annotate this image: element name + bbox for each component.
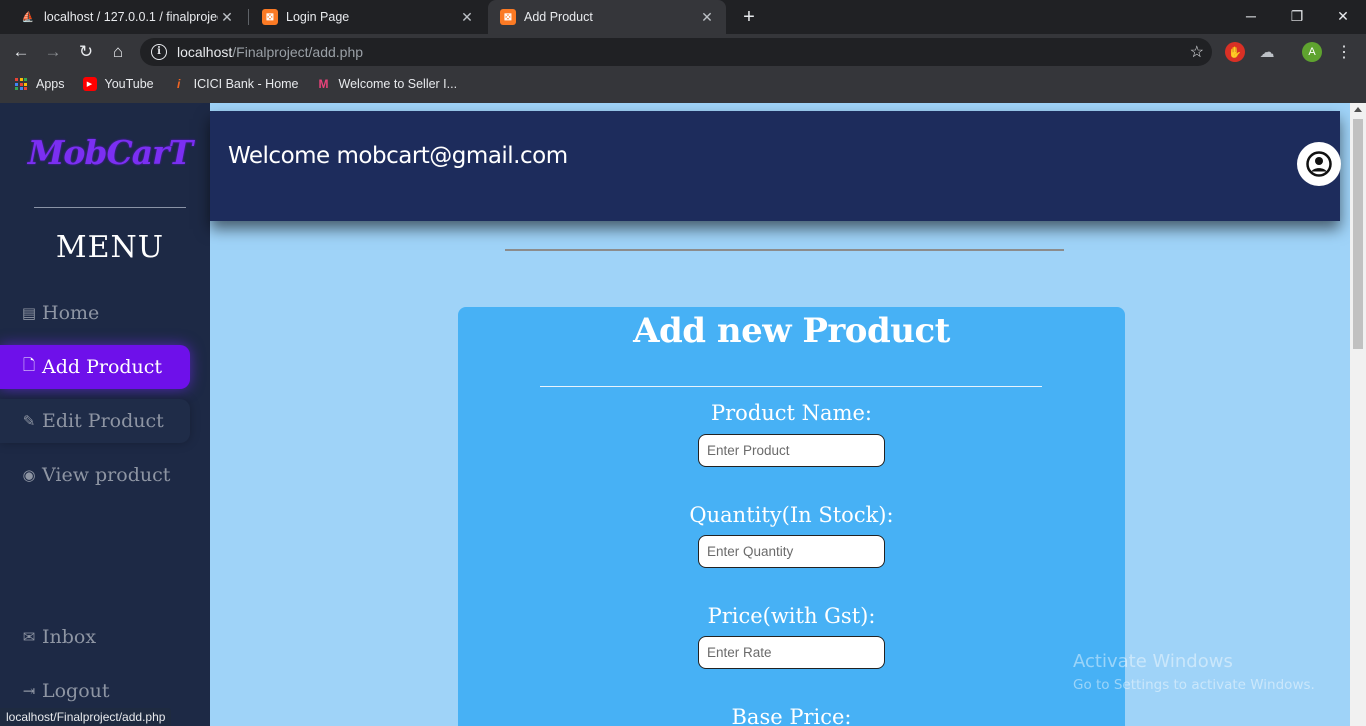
myntra-icon: M — [318, 77, 329, 91]
sidebar-item-view-product[interactable]: ◉ View product — [0, 453, 190, 497]
sidebar-divider — [34, 207, 186, 208]
inbox-icon: ✉ — [22, 628, 36, 646]
price-label: Price(with Gst): — [707, 604, 876, 628]
back-button[interactable]: ← — [8, 39, 34, 65]
add-product-form: Add new Product Product Name: Quantity(I… — [458, 307, 1125, 726]
activation-watermark-title: Activate Windows — [1073, 651, 1233, 672]
new-tab-button[interactable]: + — [738, 6, 760, 28]
stop-hand-extension-icon[interactable]: ✋ — [1225, 42, 1245, 62]
icici-icon: i — [176, 77, 181, 91]
calendar-icon: ▤ — [21, 304, 37, 322]
welcome-message: Welcome mobcart@gmail.com — [228, 143, 568, 169]
page-viewport: MobCarT MENU ▤ Home 🗋 Add Product ✎ Edit… — [0, 103, 1350, 726]
sidebar-item-label: Logout — [42, 680, 110, 702]
forward-button[interactable]: → — [40, 39, 66, 65]
logout-icon: ⇥ — [22, 682, 36, 700]
activation-watermark-subtitle: Go to Settings to activate Windows. — [1073, 677, 1315, 693]
browser-toolbar: ← → ↻ ⌂ i localhost/Finalproject/add.php… — [0, 34, 1366, 70]
address-bar[interactable]: i localhost/Finalproject/add.php ☆ — [140, 38, 1212, 66]
eye-icon: ◉ — [22, 466, 36, 484]
xampp-icon: ⊠ — [500, 9, 516, 25]
close-window-button[interactable]: ✕ — [1320, 4, 1366, 28]
browser-chrome: ⛵ localhost / 127.0.0.1 / finalproject ✕… — [0, 0, 1366, 103]
sidebar-item-edit-product[interactable]: ✎ Edit Product — [0, 399, 190, 443]
brand-logo[interactable]: MobCarT — [0, 133, 220, 172]
bookmark-label: Apps — [36, 77, 65, 91]
price-input[interactable] — [698, 636, 885, 669]
bookmark-youtube[interactable]: ▶ YouTube — [82, 77, 154, 91]
url-text[interactable]: localhost/Finalproject/add.php — [177, 44, 363, 60]
file-plus-icon: 🗋 — [22, 355, 36, 374]
form-divider — [540, 386, 1042, 387]
close-tab-icon[interactable]: ✕ — [698, 9, 716, 26]
site-info-icon[interactable]: i — [151, 44, 167, 60]
form-title: Add new Product — [633, 311, 950, 351]
xampp-icon: ⊠ — [262, 9, 278, 25]
link-status-bar: localhost/Finalproject/add.php — [0, 708, 172, 726]
quantity-input[interactable] — [698, 535, 885, 568]
bookmark-label: Welcome to Seller I... — [338, 77, 458, 91]
close-tab-icon[interactable]: ✕ — [218, 9, 236, 26]
url-path: /Finalproject/add.php — [232, 44, 364, 60]
url-host: localhost — [177, 44, 233, 60]
profile-initial: A — [1308, 46, 1316, 58]
sidebar-item-label: View product — [42, 464, 171, 486]
home-button[interactable]: ⌂ — [105, 39, 131, 65]
sidebar-item-inbox[interactable]: ✉ Inbox — [0, 615, 190, 659]
sidebar: MobCarT MENU ▤ Home 🗋 Add Product ✎ Edit… — [0, 103, 210, 726]
apps-grid-icon — [14, 77, 28, 91]
reload-button[interactable]: ↻ — [73, 39, 99, 65]
pencil-icon: ✎ — [22, 412, 36, 430]
content-divider — [505, 249, 1064, 251]
base-price-label: Base Price: — [731, 705, 852, 726]
incognito-extension-icon[interactable]: ☁ — [1257, 42, 1277, 62]
bookmark-seller[interactable]: M Welcome to Seller I... — [317, 77, 458, 91]
sidebar-item-label: Edit Product — [42, 410, 164, 432]
phpmyadmin-icon: ⛵ — [21, 11, 35, 23]
tab-login-page[interactable]: ⊠ Login Page ✕ — [250, 0, 486, 34]
sidebar-item-logout[interactable]: ⇥ Logout — [0, 669, 190, 713]
tab-title: localhost / 127.0.0.1 / finalproject — [44, 10, 218, 24]
profile-avatar[interactable]: A — [1302, 42, 1322, 62]
scrollbar-thumb[interactable] — [1353, 119, 1363, 349]
sidebar-item-label: Inbox — [42, 626, 97, 648]
bookmark-star-icon[interactable]: ☆ — [1190, 42, 1204, 62]
bookmark-apps[interactable]: Apps — [14, 77, 65, 91]
youtube-icon: ▶ — [82, 77, 97, 91]
scroll-up-arrow-icon[interactable] — [1354, 107, 1362, 112]
sidebar-item-home[interactable]: ▤ Home — [0, 291, 190, 335]
sidebar-item-add-product[interactable]: 🗋 Add Product — [0, 345, 190, 389]
user-avatar-button[interactable] — [1297, 142, 1341, 186]
bookmarks-bar: Apps ▶ YouTube i ICICI Bank - Home M Wel… — [0, 70, 1366, 98]
tab-add-product[interactable]: ⊠ Add Product ✕ — [488, 0, 726, 34]
browser-menu-icon[interactable]: ⋮ — [1334, 42, 1354, 62]
bookmark-icici[interactable]: i ICICI Bank - Home — [172, 77, 299, 91]
restore-button[interactable]: ❐ — [1274, 4, 1320, 28]
tab-separator — [248, 9, 249, 25]
sidebar-item-label: Add Product — [42, 356, 163, 378]
minimize-button[interactable]: ─ — [1228, 4, 1274, 28]
top-header: Welcome mobcart@gmail.com — [210, 111, 1341, 221]
quantity-label: Quantity(In Stock): — [689, 503, 894, 527]
tab-phpmyadmin[interactable]: ⛵ localhost / 127.0.0.1 / finalproject ✕ — [8, 0, 246, 34]
page-scrollbar[interactable] — [1350, 103, 1366, 726]
tab-title: Add Product — [524, 10, 593, 24]
user-circle-icon — [1306, 151, 1332, 177]
tab-strip: ⛵ localhost / 127.0.0.1 / finalproject ✕… — [0, 0, 1366, 34]
product-name-label: Product Name: — [711, 401, 872, 425]
bookmark-label: YouTube — [104, 77, 154, 91]
sidebar-item-label: Home — [42, 302, 100, 324]
menu-heading: MENU — [55, 230, 165, 265]
product-name-input[interactable] — [698, 434, 885, 467]
close-tab-icon[interactable]: ✕ — [458, 9, 476, 26]
bookmark-label: ICICI Bank - Home — [193, 77, 299, 91]
tab-title: Login Page — [286, 10, 350, 24]
